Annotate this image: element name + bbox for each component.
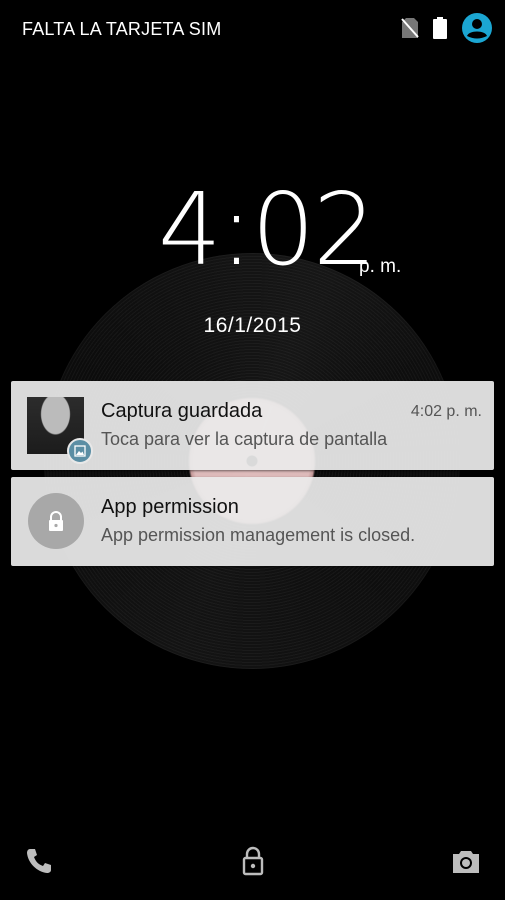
notification-app-permission[interactable]: App permission App permission management… — [11, 477, 494, 566]
clock-time: 4:02 — [158, 171, 377, 288]
image-icon — [67, 438, 93, 464]
camera-icon[interactable] — [450, 845, 482, 877]
clock-ampm: p. m. — [359, 256, 402, 277]
lock-icon — [28, 493, 84, 549]
notification-text: Toca para ver la captura de pantalla — [101, 429, 388, 449]
notification-title: App permission — [101, 496, 239, 518]
notification-screenshot[interactable]: Captura guardada Toca para ver la captur… — [11, 381, 494, 470]
date-label: 16/1/2015 — [203, 314, 302, 337]
no-sim-icon — [401, 18, 419, 38]
lock-screen: FALTA LA TARJETA SIM 4:02 p. m. 16/1/201… — [0, 0, 505, 900]
status-icons — [401, 12, 493, 44]
notification-text: App permission management is closed. — [101, 525, 416, 545]
battery-icon — [433, 17, 447, 39]
user-icon[interactable] — [461, 12, 493, 44]
status-bar: FALTA LA TARJETA SIM — [0, 0, 505, 56]
notification-time: 4:02 p. m. — [410, 403, 482, 420]
unlock-icon[interactable] — [237, 845, 269, 877]
carrier-label: FALTA LA TARJETA SIM — [22, 19, 222, 39]
phone-icon[interactable] — [23, 845, 55, 877]
notification-title: Captura guardada — [101, 400, 263, 422]
